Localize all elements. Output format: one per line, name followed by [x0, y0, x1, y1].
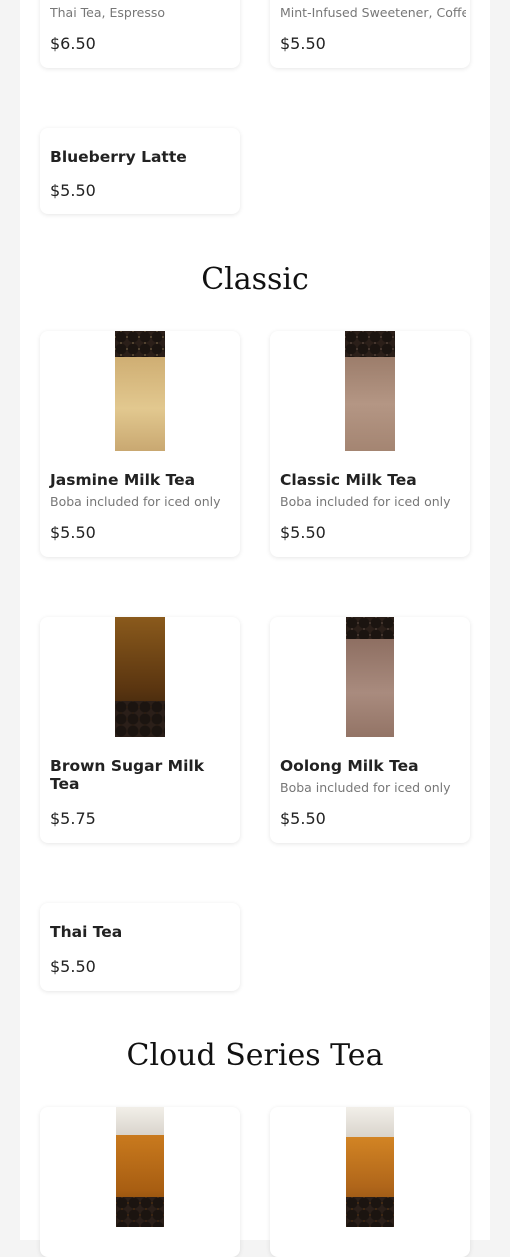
- item-price: $5.50: [280, 34, 326, 53]
- drink-cup-icon: [345, 331, 395, 451]
- item-price: $5.50: [280, 809, 326, 828]
- menu-item-card[interactable]: Brown Sugar Milk Tea $5.75: [40, 617, 240, 843]
- item-image: [270, 617, 470, 737]
- item-price: $5.50: [50, 181, 96, 200]
- drink-cup-icon: [115, 617, 165, 737]
- menu-item-card[interactable]: [270, 1107, 470, 1257]
- item-name: Thai Tea: [50, 923, 123, 941]
- item-image: [270, 1107, 470, 1227]
- item-description: Boba included for iced only: [280, 494, 451, 509]
- item-description: Boba included for iced only: [50, 494, 221, 509]
- menu-item-card[interactable]: Thai Tea $5.50: [40, 903, 240, 991]
- item-image: [270, 331, 470, 451]
- item-image: [40, 331, 240, 451]
- menu-item-card[interactable]: Jasmine Milk Tea Boba included for iced …: [40, 331, 240, 557]
- drink-cup-icon: [115, 331, 165, 451]
- drink-cup-icon: [346, 1107, 394, 1227]
- menu-item-card[interactable]: [40, 1107, 240, 1257]
- menu-item-card[interactable]: Mint-Infused Sweetener, Coffee $5.50: [270, 0, 470, 68]
- item-description: Thai Tea, Espresso: [50, 5, 166, 20]
- menu-page: Thai Tea, Espresso $6.50 Mint-Infused Sw…: [20, 0, 490, 1257]
- item-name: Oolong Milk Tea: [280, 757, 419, 775]
- menu-item-card[interactable]: Classic Milk Tea Boba included for iced …: [270, 331, 470, 557]
- item-image: [40, 1107, 240, 1227]
- menu-item-card[interactable]: Blueberry Latte $5.50: [40, 128, 240, 214]
- menu-item-card[interactable]: Oolong Milk Tea Boba included for iced o…: [270, 617, 470, 843]
- item-price: $6.50: [50, 34, 96, 53]
- drink-cup-icon: [346, 617, 394, 737]
- item-price: $5.50: [50, 523, 96, 542]
- section-title-classic: Classic: [201, 262, 309, 297]
- item-price: $5.50: [280, 523, 326, 542]
- drink-cup-icon: [116, 1107, 164, 1227]
- item-name: Blueberry Latte: [50, 148, 187, 166]
- item-description: Mint-Infused Sweetener, Coffee: [280, 5, 466, 20]
- item-price: $5.50: [50, 957, 96, 976]
- item-description: Boba included for iced only: [280, 780, 451, 795]
- item-name: Jasmine Milk Tea: [50, 471, 196, 489]
- section-title-cloud-series: Cloud Series Tea: [126, 1038, 384, 1073]
- item-name: Classic Milk Tea: [280, 471, 417, 489]
- item-name: Brown Sugar Milk Tea: [50, 757, 205, 793]
- item-image: [40, 617, 240, 737]
- menu-item-card[interactable]: Thai Tea, Espresso $6.50: [40, 0, 240, 68]
- item-price: $5.75: [50, 809, 96, 828]
